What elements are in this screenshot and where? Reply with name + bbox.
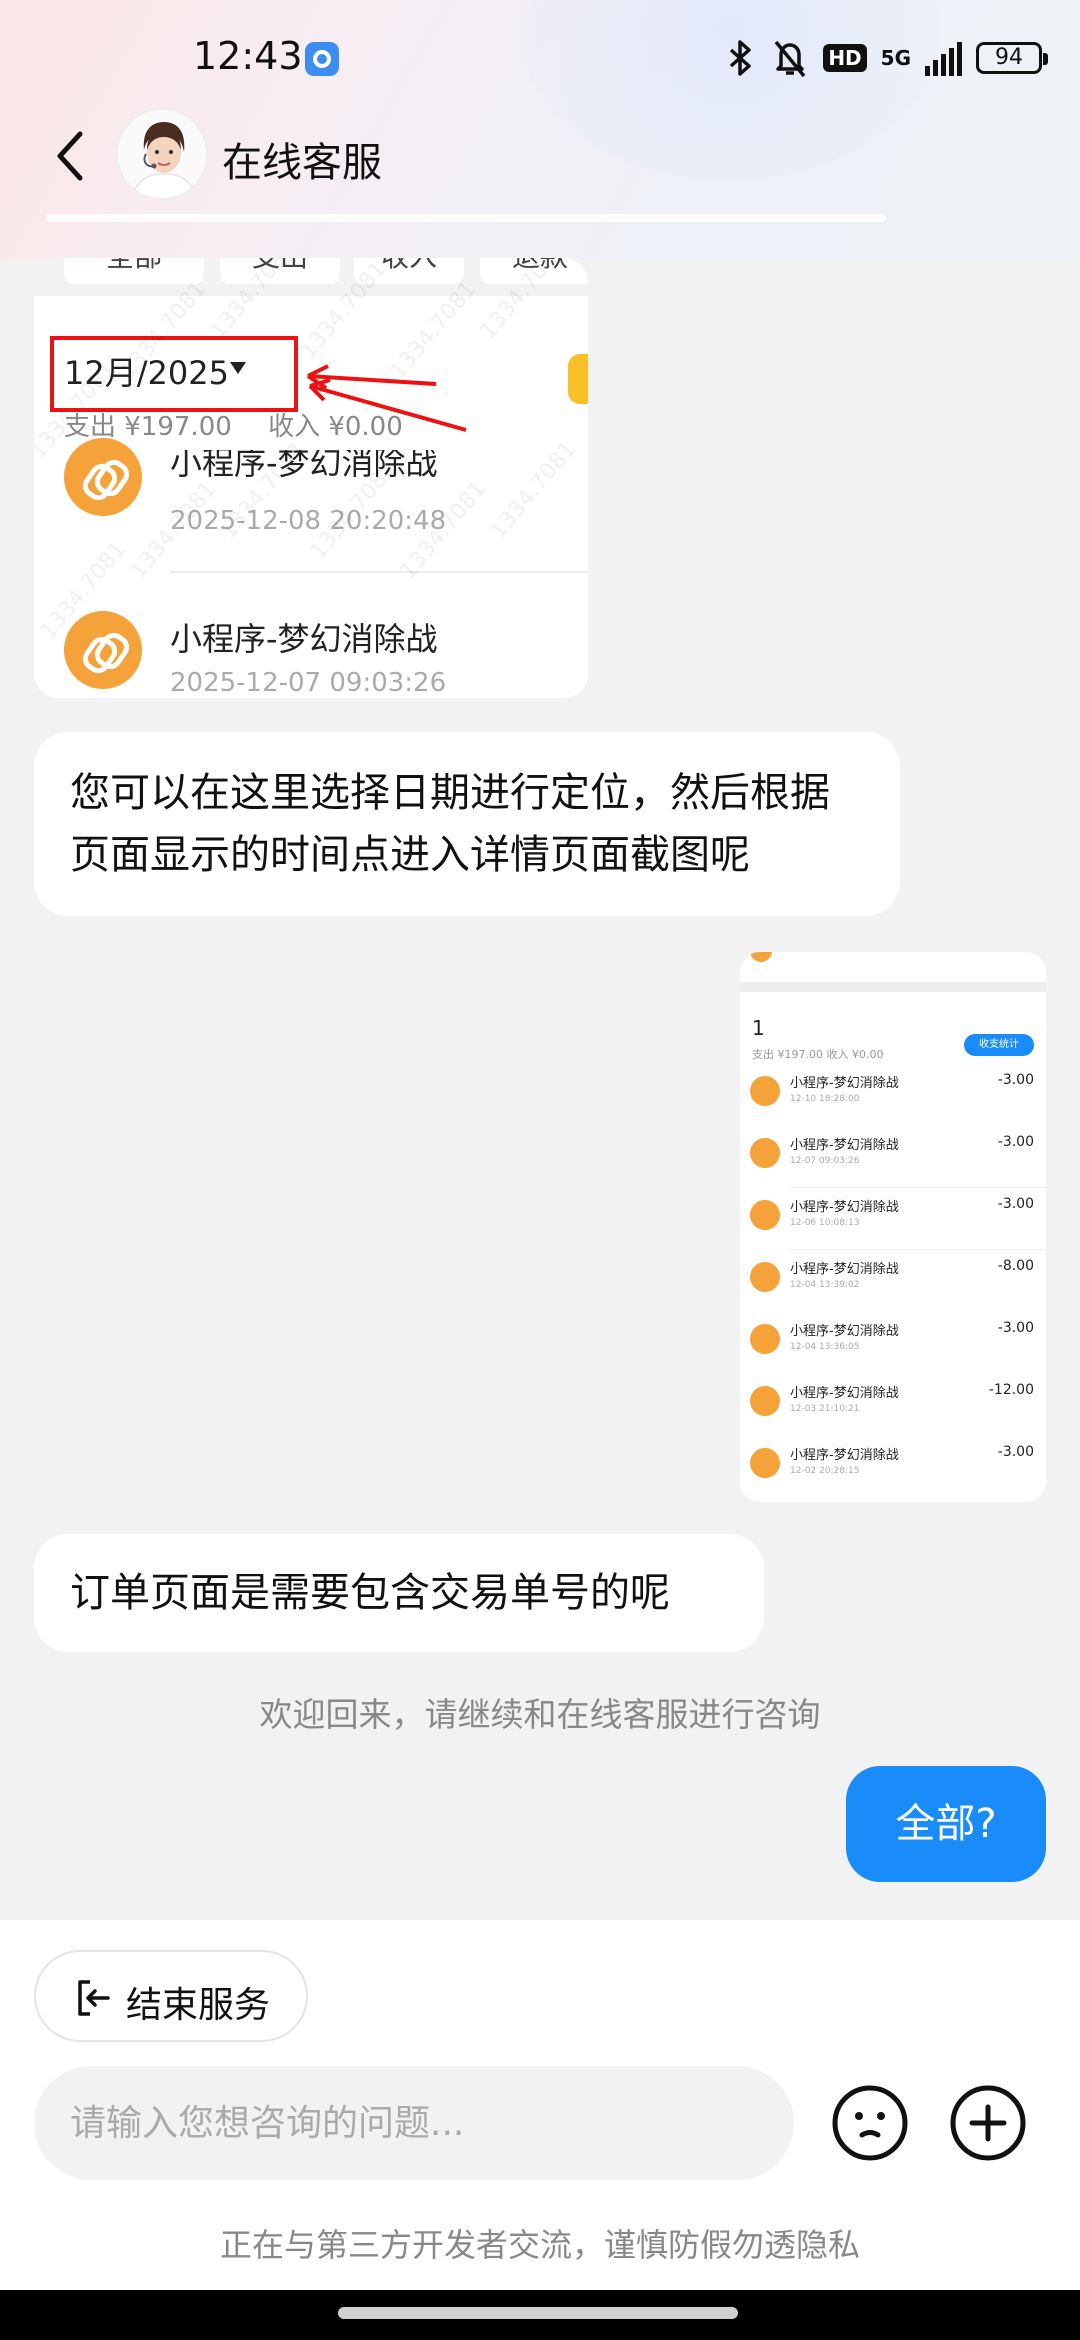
- miniprogram-icon: [750, 1138, 780, 1168]
- miniprogram-icon: [750, 1076, 780, 1106]
- message-input[interactable]: [34, 2066, 794, 2180]
- miniprogram-icon: [750, 1262, 780, 1292]
- message-input-wrapper: [34, 2066, 794, 2180]
- screenshot-filter-chips: 全部 支出 收入 退款: [34, 258, 588, 296]
- miniprogram-icon: [64, 611, 142, 689]
- row-amount: -3.00: [997, 1444, 1034, 1460]
- screenshot-row: 小程序-梦幻消除战 12-04 13:36:05 -3.00: [740, 1312, 1046, 1374]
- signal-icon: [925, 40, 962, 76]
- row-time: 12-04 13:39:02: [790, 1280, 860, 1290]
- screenshot-item-name: 小程序-梦幻消除战: [170, 620, 438, 658]
- chevron-left-icon[interactable]: [44, 126, 104, 186]
- row-name: 小程序-梦幻消除战: [790, 1076, 899, 1091]
- screenshot-summary: 支出 ¥197.00 收入 ¥0.00: [752, 1048, 884, 1061]
- screenshot-expense: 支出 ¥197.00: [64, 412, 232, 442]
- end-service-button[interactable]: 结束服务: [34, 1950, 308, 2042]
- screenshot-row: 小程序-梦幻消除战 12-04 13:39:02 -8.00: [740, 1250, 1046, 1312]
- miniprogram-icon: [750, 952, 772, 962]
- chip-expense: 支出: [220, 258, 340, 284]
- page-title: 在线客服: [222, 140, 382, 186]
- highlight-box: [50, 336, 298, 412]
- row-name: 小程序-梦幻消除战: [790, 1262, 899, 1277]
- network-indicator: 5G: [881, 48, 911, 68]
- chip-refund: 退款: [480, 258, 588, 284]
- plus-circle-icon[interactable]: [948, 2083, 1028, 2163]
- mascot-icon: [568, 354, 588, 404]
- end-service-label: 结束服务: [126, 1985, 271, 2026]
- row-name: 小程序-梦幻消除战: [790, 1448, 899, 1463]
- miniprogram-icon: [750, 1448, 780, 1478]
- row-time: 12-04 13:36:05: [790, 1342, 860, 1352]
- bell-muted-icon: [774, 40, 806, 78]
- battery-level: 94: [995, 45, 1023, 70]
- chip-income: 收入: [354, 258, 464, 284]
- row-amount: -12.00: [988, 1382, 1034, 1398]
- home-indicator[interactable]: [338, 2307, 738, 2319]
- miniprogram-icon: [750, 1386, 780, 1416]
- screenshot-month: 1: [752, 1016, 765, 1040]
- row-time: 12-06 10:08:13: [790, 1218, 860, 1228]
- screenshot-row: 小程序-梦幻消除战 12-03 21:10:21 -12.00: [740, 1374, 1046, 1436]
- user-message[interactable]: 全部?: [846, 1766, 1046, 1882]
- row-amount: -3.00: [997, 1134, 1034, 1150]
- chat-header: 在线客服: [0, 106, 1080, 206]
- agent-message[interactable]: 订单页面是需要包含交易单号的呢: [34, 1534, 764, 1652]
- composer-area: 结束服务 正在与第三方开发者交流，谨慎防假勿透隐私: [0, 1920, 1080, 2290]
- agent-avatar[interactable]: [116, 108, 208, 200]
- status-icons: HD 5G 94: [725, 36, 1048, 80]
- agent-image-message-2[interactable]: 1 支出 ¥197.00 收入 ¥0.00 收支统计 小程序-梦幻消除战 12-…: [740, 952, 1046, 1502]
- row-amount: -3.00: [997, 1072, 1034, 1088]
- row-time: 12-03 21:10:21: [790, 1404, 860, 1414]
- agent-image-message[interactable]: 全部 支出 收入 退款 12月/2025 支出 ¥197.00 收入 ¥0.00…: [34, 258, 588, 698]
- screenshot-row: 小程序-梦幻消除战 12-10 18:28:00 -3.00: [740, 1064, 1046, 1126]
- row-name: 小程序-梦幻消除战: [790, 1138, 899, 1153]
- status-bar: 12:43 HD 5G 94: [0, 0, 1080, 120]
- battery-icon: 94: [976, 42, 1048, 74]
- miniprogram-icon: [750, 1324, 780, 1354]
- agent-message[interactable]: 您可以在这里选择日期进行定位，然后根据页面显示的时间点进入详情页面截图呢: [34, 732, 900, 916]
- miniprogram-icon: [750, 1200, 780, 1230]
- qq-icon: [305, 42, 339, 76]
- screenshot-item-time: 2025-12-07 09:03:26: [170, 668, 447, 698]
- row-time: 12-10 18:28:00: [790, 1094, 860, 1104]
- bluetooth-icon: [730, 40, 752, 76]
- screenshot-item-name: 小程序-梦幻消除战: [170, 444, 438, 482]
- row-name: 小程序-梦幻消除战: [790, 1200, 899, 1215]
- stats-button: 收支统计: [964, 1034, 1034, 1056]
- screenshot-income: 收入 ¥0.00: [268, 412, 403, 442]
- row-amount: -3.00: [997, 1320, 1034, 1336]
- avatar-illustration: [118, 110, 206, 198]
- hd-badge: HD: [823, 44, 867, 72]
- screenshot-summary: 支出 ¥197.00 收入 ¥0.00: [64, 406, 431, 443]
- screenshot-row: 小程序-梦幻消除战 12-07 09:03:26 -3.00: [740, 1126, 1046, 1188]
- exit-icon: [78, 1980, 110, 2016]
- system-notice: 欢迎回来，请继续和在线客服进行咨询: [259, 1695, 821, 1734]
- divider: [170, 571, 588, 573]
- screenshot-row: 小程序-梦幻消除战 12-02 20:28:15 -3.00: [740, 1436, 1046, 1498]
- status-time: 12:43: [193, 34, 303, 78]
- screenshot-row: 小程序-梦幻消除战 12-06 10:08:13 -3.00: [740, 1188, 1046, 1250]
- row-time: 12-07 09:03:26: [790, 1156, 860, 1166]
- emoji-icon[interactable]: [830, 2083, 910, 2163]
- row-name: 小程序-梦幻消除战: [790, 1324, 899, 1339]
- chip-all: 全部: [64, 258, 204, 284]
- screenshot-item-time: 2025-12-08 20:20:48: [170, 506, 447, 536]
- header-divider: [46, 214, 886, 222]
- row-name: 小程序-梦幻消除战: [790, 1386, 899, 1401]
- row-time: 12-02 20:28:15: [790, 1466, 860, 1476]
- privacy-notice: 正在与第三方开发者交流，谨慎防假勿透隐私: [219, 2226, 860, 2264]
- row-amount: -8.00: [997, 1258, 1034, 1274]
- network-type: 5G: [880, 46, 911, 70]
- miniprogram-icon: [64, 438, 142, 516]
- row-amount: -3.00: [997, 1196, 1034, 1212]
- screenshot-top-strip: [740, 952, 1046, 992]
